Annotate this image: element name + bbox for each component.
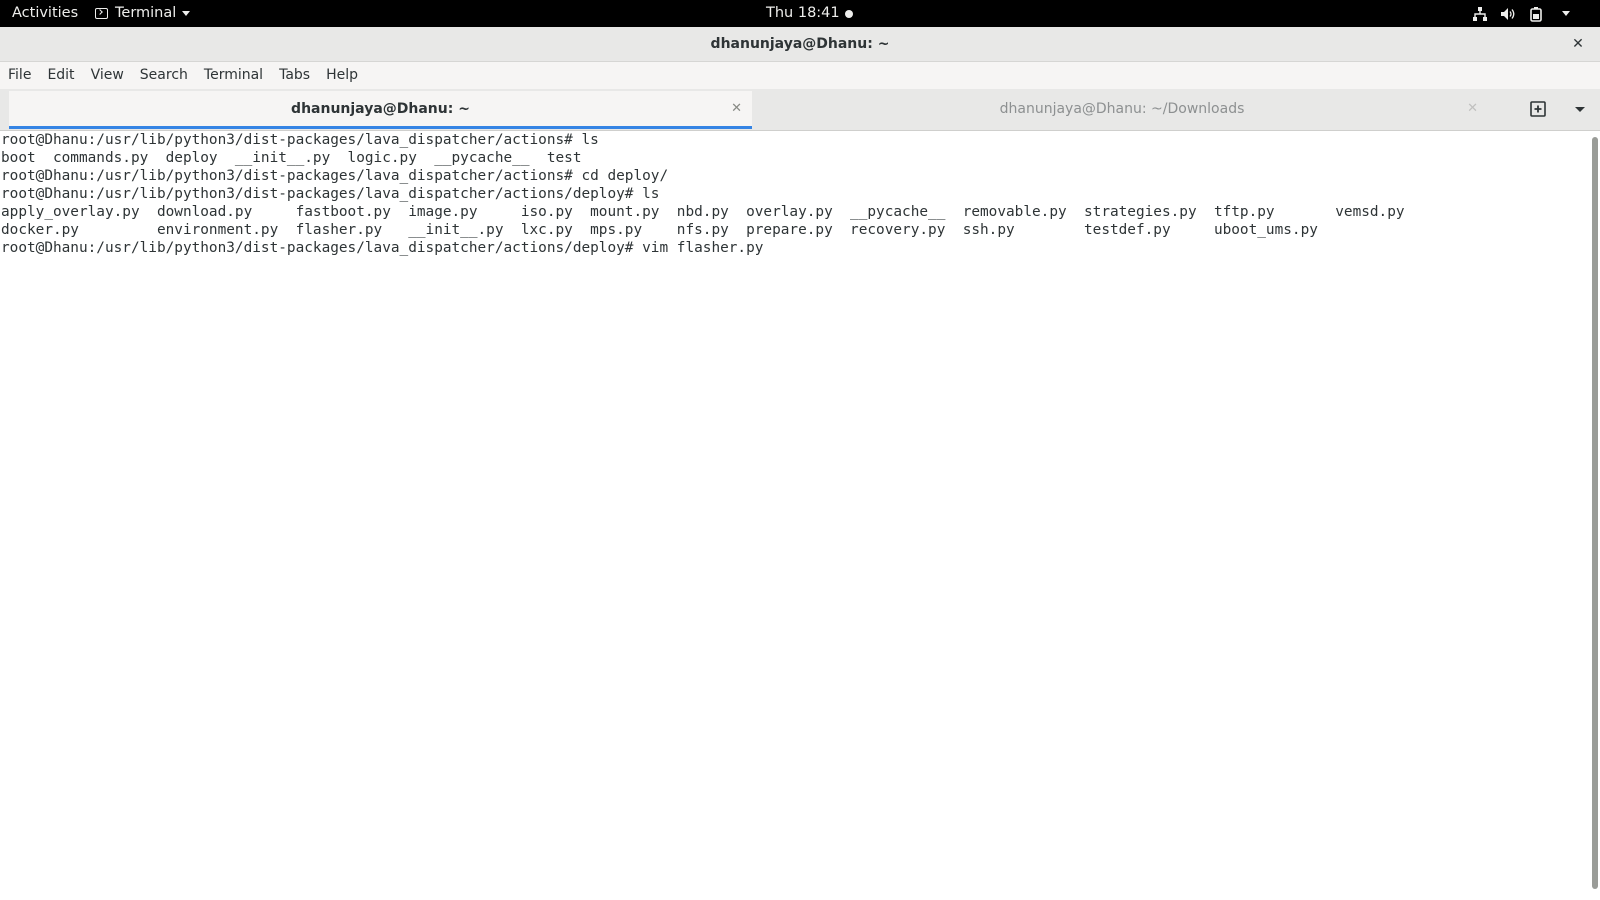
menu-bar: File Edit View Search Terminal Tabs Help: [0, 62, 1600, 89]
tab-home-label: dhanunjaya@Dhanu: ~: [291, 101, 470, 117]
terminal-line: root@Dhanu:/usr/lib/python3/dist-package…: [1, 168, 669, 184]
terminal-scrollbar[interactable]: [1590, 131, 1600, 900]
terminal-line: root@Dhanu:/usr/lib/python3/dist-package…: [1, 132, 599, 148]
tab-home[interactable]: dhanunjaya@Dhanu: ~ ✕: [9, 91, 752, 129]
window-close-button[interactable]: ✕: [1568, 27, 1588, 61]
terminal-line: root@Dhanu:/usr/lib/python3/dist-package…: [1, 186, 660, 202]
tab-bar: dhanunjaya@Dhanu: ~ ✕ dhanunjaya@Dhanu: …: [0, 89, 1600, 131]
tab-home-close-icon[interactable]: ✕: [731, 91, 742, 127]
app-menu-button[interactable]: Terminal: [95, 0, 191, 27]
menu-terminal[interactable]: Terminal: [196, 62, 271, 89]
tabs-menu-button[interactable]: [1570, 99, 1590, 119]
menu-view[interactable]: View: [83, 62, 132, 89]
new-tab-icon: [1530, 101, 1546, 117]
tab-downloads-label: dhanunjaya@Dhanu: ~/Downloads: [999, 101, 1245, 117]
clock-label: Thu 18:41: [766, 5, 840, 21]
scrollbar-thumb[interactable]: [1592, 137, 1598, 889]
notification-dot-icon: [844, 9, 853, 18]
app-menu-caret-icon: [182, 11, 191, 16]
menu-search[interactable]: Search: [132, 62, 196, 89]
network-icon: [1473, 6, 1487, 21]
menu-edit[interactable]: Edit: [39, 62, 82, 89]
system-menu-button[interactable]: [1472, 0, 1570, 27]
new-tab-button[interactable]: [1528, 99, 1548, 119]
clock-button[interactable]: Thu 18:41: [766, 0, 853, 27]
terminal-output: root@Dhanu:/usr/lib/python3/dist-package…: [0, 131, 1590, 257]
activities-button[interactable]: Activities: [12, 0, 78, 27]
menu-help[interactable]: Help: [318, 62, 366, 89]
menu-file[interactable]: File: [0, 62, 39, 89]
terminal-line: root@Dhanu:/usr/lib/python3/dist-package…: [1, 240, 764, 256]
tab-downloads[interactable]: dhanunjaya@Dhanu: ~/Downloads ✕: [756, 91, 1488, 129]
system-menu-caret-icon: [1562, 11, 1570, 16]
window-title: dhanunjaya@Dhanu: ~: [710, 36, 890, 52]
menu-tabs[interactable]: Tabs: [271, 62, 318, 89]
gnome-top-bar: Activities Terminal Thu 18:41: [0, 0, 1600, 27]
app-menu-label: Terminal: [115, 5, 177, 21]
terminal-line: docker.py environment.py flasher.py __in…: [1, 222, 1318, 238]
power-icon: [1530, 6, 1542, 22]
tab-downloads-close-icon[interactable]: ✕: [1467, 91, 1478, 127]
terminal-line: apply_overlay.py download.py fastboot.py…: [1, 204, 1405, 220]
terminal-icon: [95, 8, 108, 19]
terminal-view[interactable]: root@Dhanu:/usr/lib/python3/dist-package…: [0, 131, 1590, 900]
terminal-line: boot commands.py deploy __init__.py logi…: [1, 150, 582, 166]
volume-icon: [1501, 7, 1515, 20]
chevron-down-icon: [1575, 106, 1585, 112]
window-titlebar[interactable]: dhanunjaya@Dhanu: ~ ✕: [0, 27, 1600, 62]
